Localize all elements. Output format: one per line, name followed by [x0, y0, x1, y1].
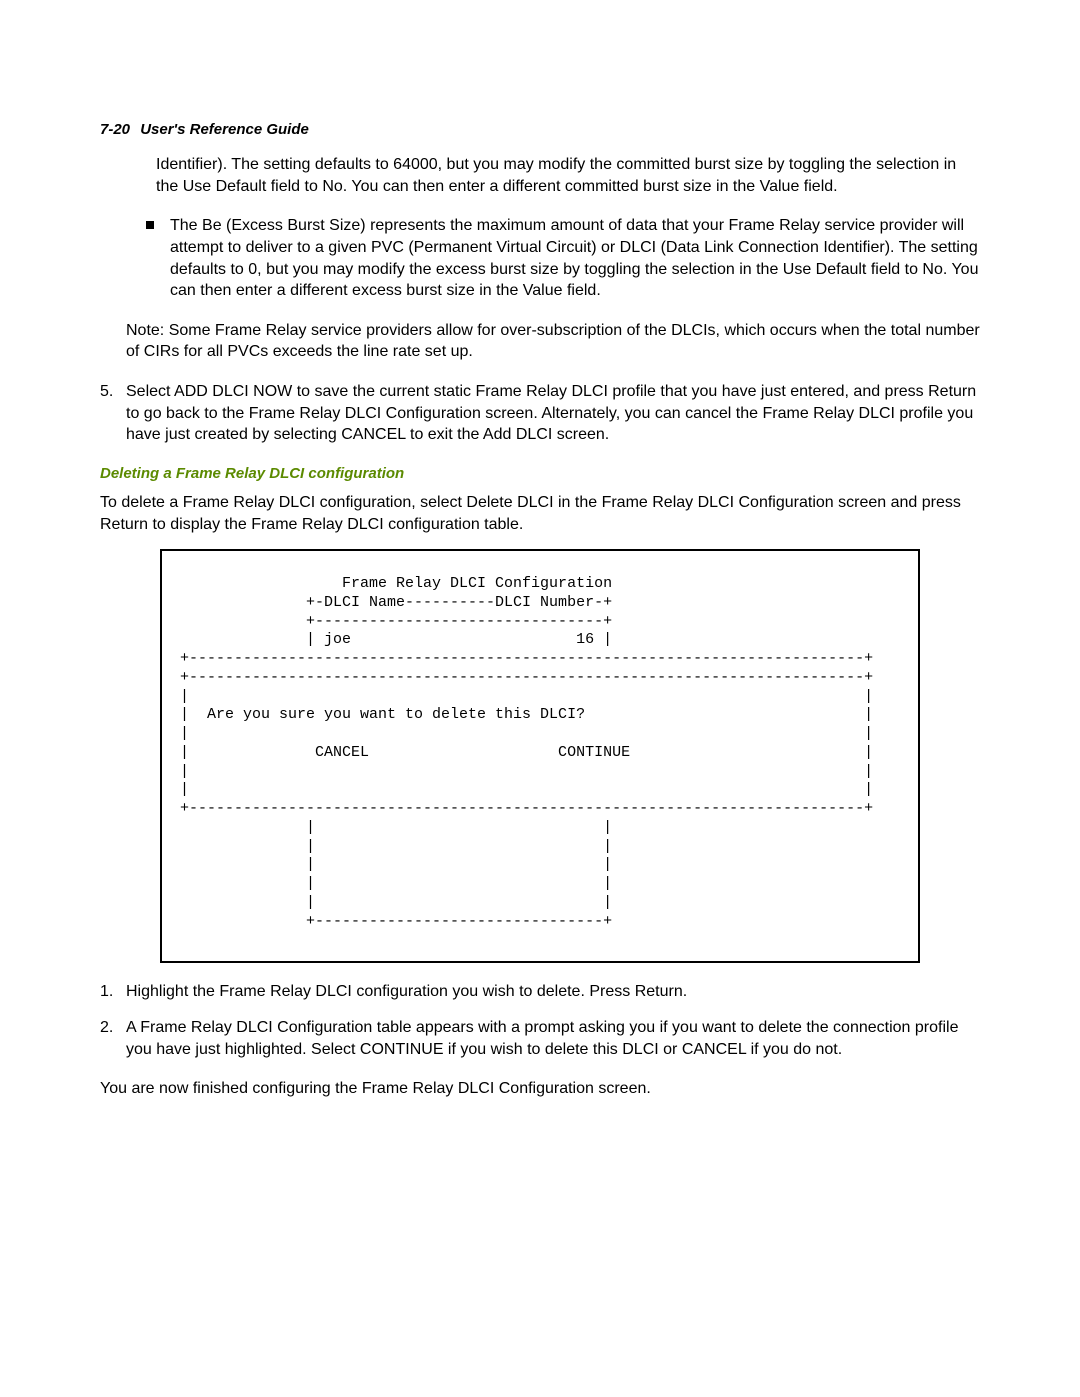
- page-number: 7-20: [100, 120, 130, 140]
- continuation-paragraph: Identifier). The setting defaults to 640…: [156, 154, 980, 197]
- list-item: 2. A Frame Relay DLCI Configuration tabl…: [100, 1017, 980, 1060]
- step-text: Highlight the Frame Relay DLCI configura…: [126, 983, 687, 1000]
- note-paragraph: Note: Some Frame Relay service providers…: [126, 320, 980, 363]
- section-heading: Deleting a Frame Relay DLCI configuratio…: [100, 464, 980, 484]
- list-item: The Be (Excess Burst Size) represents th…: [142, 215, 980, 301]
- delete-intro-paragraph: To delete a Frame Relay DLCI configurati…: [100, 492, 980, 535]
- list-item: 5. Select ADD DLCI NOW to save the curre…: [100, 381, 980, 446]
- list-item: 1. Highlight the Frame Relay DLCI config…: [100, 981, 980, 1003]
- numbered-list-1: 5. Select ADD DLCI NOW to save the curre…: [100, 381, 980, 446]
- numbered-list-2: 1. Highlight the Frame Relay DLCI config…: [100, 981, 980, 1060]
- step-text: A Frame Relay DLCI Configuration table a…: [126, 1019, 958, 1058]
- bullet-list: The Be (Excess Burst Size) represents th…: [142, 215, 980, 301]
- step-number: 5.: [100, 381, 113, 403]
- list-item-text: The Be (Excess Burst Size) represents th…: [170, 217, 978, 299]
- page-header: 7-20 User's Reference Guide: [100, 120, 980, 140]
- terminal-screen: Frame Relay DLCI Configuration +-DLCI Na…: [160, 549, 920, 963]
- step-text: Select ADD DLCI NOW to save the current …: [126, 383, 976, 443]
- page-header-title: User's Reference Guide: [140, 121, 309, 138]
- page: 7-20 User's Reference Guide Identifier).…: [0, 0, 1080, 1314]
- final-paragraph: You are now finished configuring the Fra…: [100, 1078, 980, 1100]
- step-number: 2.: [100, 1017, 113, 1039]
- step-number: 1.: [100, 981, 113, 1003]
